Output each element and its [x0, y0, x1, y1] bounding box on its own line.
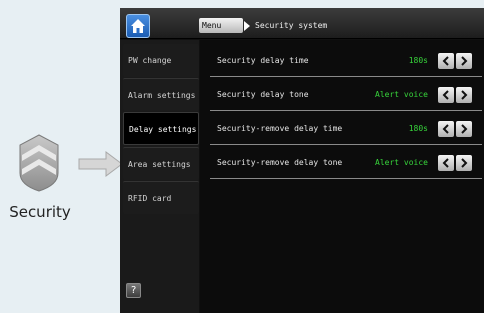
sidebar-item-label: Alarm settings: [128, 91, 196, 100]
setting-value: 180s: [408, 124, 428, 133]
setting-row-security-delay-time: Security delay time 180s: [200, 44, 484, 77]
row-divider: [210, 144, 482, 145]
breadcrumb-chevron-icon: [242, 18, 252, 33]
sidebar-item-label: RFID card: [128, 194, 172, 203]
setting-value: Alert voice: [375, 90, 428, 99]
chevron-right-icon: [461, 124, 468, 134]
sidebar-item-alarm-settings[interactable]: Alarm settings: [123, 78, 199, 111]
setting-value: 180s: [408, 56, 428, 65]
chevron-right-icon: [461, 158, 468, 168]
increase-button[interactable]: [456, 121, 472, 137]
device-screen: Menu Security system PW change Alarm set…: [120, 8, 484, 313]
sidebar-item-label: PW change: [128, 56, 172, 65]
security-shield-icon: [19, 134, 59, 192]
chevron-left-icon: [442, 158, 449, 168]
home-icon: [131, 19, 145, 33]
row-divider: [210, 76, 482, 77]
sidebar-item-pw-change[interactable]: PW change: [123, 44, 199, 77]
setting-label: Security-remove delay tone: [217, 158, 343, 167]
settings-panel: Security delay time 180s Security delay …: [200, 40, 484, 313]
setting-row-security-remove-delay-tone: Security-remove delay tone Alert voice: [200, 146, 484, 179]
sidebar-item-area-settings[interactable]: Area settings: [123, 147, 199, 180]
decrease-button[interactable]: [438, 53, 454, 69]
chevron-right-icon: [461, 56, 468, 66]
right-arrow-icon: [78, 151, 123, 177]
decrease-button[interactable]: [438, 87, 454, 103]
setting-value: Alert voice: [375, 158, 428, 167]
sidebar-item-label: Delay settings: [129, 125, 197, 134]
setting-label: Security delay tone: [217, 90, 309, 99]
breadcrumb-current: Security system: [255, 21, 328, 30]
increase-button[interactable]: [456, 87, 472, 103]
row-divider: [210, 178, 482, 179]
chevron-left-icon: [442, 56, 449, 66]
increase-button[interactable]: [456, 155, 472, 171]
top-bar: Menu Security system: [120, 8, 484, 39]
decrease-button[interactable]: [438, 155, 454, 171]
setting-label: Security delay time: [217, 56, 309, 65]
home-button[interactable]: [126, 14, 150, 38]
chevron-right-icon: [461, 90, 468, 100]
sidebar-item-label: Area settings: [128, 160, 191, 169]
sidebar-item-delay-settings[interactable]: Delay settings: [123, 112, 199, 145]
breadcrumb-menu-button[interactable]: Menu: [199, 18, 243, 33]
increase-button[interactable]: [456, 53, 472, 69]
chevron-left-icon: [442, 90, 449, 100]
sidebar: PW change Alarm settings Delay settings …: [120, 40, 199, 313]
setting-label: Security-remove delay time: [217, 124, 343, 133]
setting-row-security-remove-delay-time: Security-remove delay time 180s: [200, 112, 484, 145]
row-divider: [210, 110, 482, 111]
setting-row-security-delay-tone: Security delay tone Alert voice: [200, 78, 484, 111]
sidebar-item-rfid-card[interactable]: RFID card: [123, 181, 199, 214]
decrease-button[interactable]: [438, 121, 454, 137]
chevron-left-icon: [442, 124, 449, 134]
help-button[interactable]: ?: [126, 283, 141, 298]
security-caption: Security: [9, 203, 71, 221]
